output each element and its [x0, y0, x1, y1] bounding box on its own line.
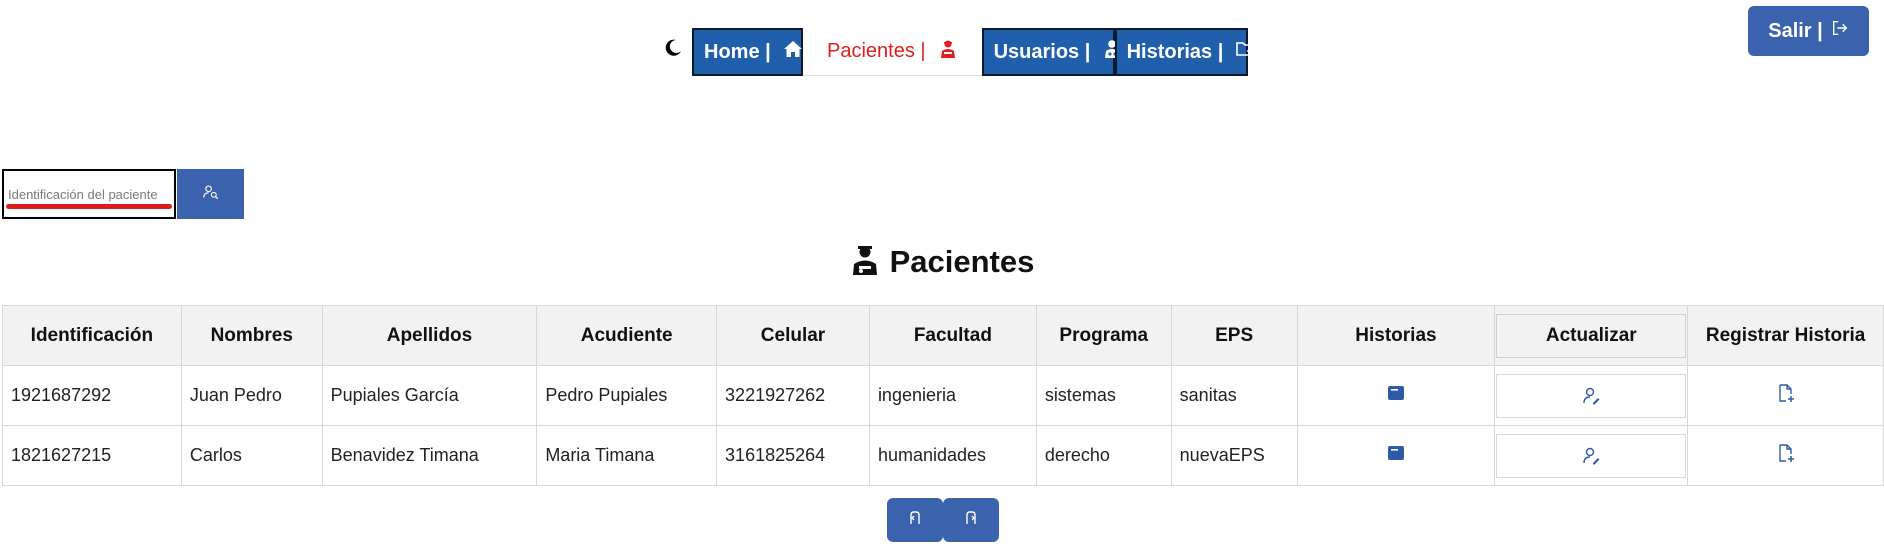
cell-acudiente: Pedro Pupiales: [536, 365, 718, 426]
search-input[interactable]: [2, 169, 176, 219]
cell-programa: derecho: [1035, 425, 1172, 486]
cell-identificacion: 1921687292: [2, 365, 182, 426]
col-nombres: Nombres: [180, 305, 323, 366]
moon-icon[interactable]: [663, 38, 683, 58]
cell-eps: nuevaEPS: [1170, 425, 1298, 486]
cell-facultad: ingenieria: [868, 365, 1037, 426]
previous-page-icon: [907, 510, 923, 531]
col-eps: EPS: [1170, 305, 1298, 366]
cell-actualizar: [1494, 425, 1689, 486]
cell-registrar-historia: [1687, 365, 1884, 426]
col-apellidos: Apellidos: [321, 305, 538, 366]
update-patient-button[interactable]: [1496, 433, 1687, 478]
col-actualizar-cell: Actualizar: [1494, 305, 1689, 366]
user-edit-icon: [1581, 386, 1601, 406]
col-acudiente: Acudiente: [536, 305, 718, 366]
nav-usuarios-label: Usuarios |: [993, 40, 1091, 63]
next-page-button[interactable]: [943, 498, 999, 542]
file-add-icon[interactable]: [1776, 443, 1796, 463]
col-actualizar: Actualizar: [1496, 313, 1687, 358]
cell-nombres: Carlos: [180, 425, 323, 486]
file-add-icon[interactable]: [1776, 383, 1796, 403]
cell-registrar-historia: [1687, 425, 1884, 486]
user-search-icon: [202, 184, 219, 205]
cell-apellidos: Pupiales García: [321, 365, 538, 426]
nav-historias[interactable]: Historias |: [1114, 28, 1255, 76]
col-facultad: Facultad: [868, 305, 1037, 366]
patients-table: Identificación Nombres Apellidos Acudien…: [2, 305, 1884, 486]
cell-historias: [1296, 425, 1496, 486]
book-icon[interactable]: [1386, 383, 1406, 403]
cell-acudiente: Maria Timana: [536, 425, 718, 486]
nav-pacientes-label: Pacientes |: [827, 40, 926, 62]
logout-icon: [1831, 19, 1849, 43]
logout-button[interactable]: Salir |: [1748, 6, 1869, 56]
nav-home-label: Home |: [704, 40, 771, 63]
nav-usuarios[interactable]: Usuarios |: [981, 28, 1120, 76]
cell-historias: [1296, 365, 1496, 426]
nav-home[interactable]: Home |: [692, 28, 803, 76]
col-programa: Programa: [1035, 305, 1172, 366]
cell-nombres: Juan Pedro: [180, 365, 323, 426]
cell-celular: 3221927262: [716, 365, 870, 426]
update-patient-button[interactable]: [1496, 373, 1687, 418]
next-page-icon: [963, 510, 979, 531]
book-icon[interactable]: [1386, 443, 1406, 463]
table-row: 1921687292 Juan Pedro Pupiales García Pe…: [2, 365, 1884, 426]
page-title: Pacientes: [889, 243, 1035, 279]
cell-identificacion: 1821627215: [2, 425, 182, 486]
nav-pacientes[interactable]: Pacientes |: [803, 28, 982, 76]
page-header: Pacientes: [0, 242, 1884, 281]
patient-icon: [850, 242, 880, 281]
error-underline: [6, 204, 172, 209]
col-registrar-historia: Registrar Historia: [1687, 305, 1884, 366]
cell-facultad: humanidades: [868, 425, 1037, 486]
table-row: 1821627215 Carlos Benavidez Timana Maria…: [2, 425, 1884, 486]
col-historias: Historias: [1296, 305, 1496, 366]
previous-page-button[interactable]: [887, 498, 943, 542]
search-button[interactable]: [177, 169, 244, 219]
house-icon: [783, 39, 803, 65]
col-identificacion: Identificación: [2, 305, 182, 366]
patient-icon: [938, 39, 958, 65]
folder-icon: [1235, 39, 1255, 65]
col-celular: Celular: [716, 305, 870, 366]
nav-historias-label: Historias |: [1126, 40, 1224, 63]
user-edit-icon: [1581, 446, 1601, 466]
cell-actualizar: [1494, 365, 1689, 426]
pagination: [887, 498, 999, 542]
cell-apellidos: Benavidez Timana: [321, 425, 538, 486]
main-nav: Home | Pacientes | Usuarios | Historias …: [692, 28, 1255, 76]
logout-label: Salir |: [1768, 19, 1823, 42]
table-header-row: Identificación Nombres Apellidos Acudien…: [2, 305, 1884, 366]
cell-programa: sistemas: [1035, 365, 1172, 426]
cell-eps: sanitas: [1170, 365, 1298, 426]
cell-celular: 3161825264: [716, 425, 870, 486]
